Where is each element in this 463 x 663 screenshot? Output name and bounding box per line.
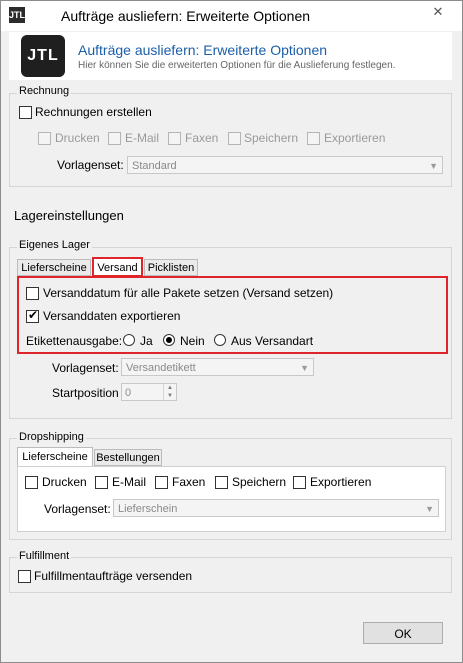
tab-picklisten[interactable]: Picklisten [144, 259, 198, 276]
tab-ds-lieferscheine[interactable]: Lieferscheine [17, 447, 93, 467]
startposition-label: Startposition [52, 386, 119, 400]
fulfillment-checkbox[interactable] [18, 570, 31, 583]
lager-vorlagenset-label: Vorlagenset: [52, 361, 119, 375]
lager-vorlagenset-select[interactable]: Versandetikett ▼ [121, 358, 314, 376]
versanddatum-label: Versanddatum für alle Pakete setzen (Ver… [43, 286, 334, 300]
rechnung-email-label: E-Mail [125, 131, 160, 145]
chevron-down-icon: ▼ [425, 504, 434, 514]
rechnungen-erstellen-checkbox[interactable] [19, 106, 32, 119]
radio-nein-label: Nein [180, 334, 205, 348]
rechnung-faxen-label: Faxen [185, 131, 219, 145]
rechnung-speichern-label: Speichern [244, 131, 299, 145]
rechnung-vorlagenset-select[interactable]: Standard ▼ [127, 156, 443, 174]
ds-drucken-checkbox[interactable] [25, 476, 38, 489]
rechnung-legend: Rechnung [17, 85, 72, 97]
window-title: Aufträge ausliefern: Erweiterte Optionen [61, 8, 311, 24]
eigenes-lager-legend: Eigenes Lager [17, 239, 92, 251]
startposition-value: 0 [125, 387, 132, 399]
ds-exportieren-label: Exportieren [310, 475, 372, 489]
etikettenausgabe-label: Etikettenausgabe: [26, 334, 123, 348]
rechnung-speichern-checkbox[interactable] [228, 132, 241, 145]
rechnung-exportieren-checkbox[interactable] [307, 132, 320, 145]
checkmark-icon: ✔ [28, 308, 39, 322]
ds-vorlagenset-label: Vorlagenset: [44, 502, 111, 516]
dialog-header: JTL Aufträge ausliefern: Erweiterte Opti… [9, 32, 452, 80]
tab-lieferscheine[interactable]: Lieferscheine [17, 259, 91, 276]
ds-email-checkbox[interactable] [95, 476, 108, 489]
rechnung-vorlagenset-value: Standard [132, 160, 177, 172]
radio-ja[interactable] [123, 334, 135, 346]
app-icon: JTL [9, 7, 25, 23]
header-title: Aufträge ausliefern: Erweiterte Optionen [78, 42, 328, 58]
ok-button[interactable]: OK [363, 622, 443, 644]
radio-selected-dot [166, 337, 172, 343]
ds-faxen-checkbox[interactable] [155, 476, 168, 489]
radio-ja-label: Ja [140, 334, 153, 348]
ds-drucken-label: Drucken [42, 475, 87, 489]
ds-vorlagenset-select[interactable]: Lieferschein ▼ [113, 499, 439, 517]
header-subtitle: Hier können Sie die erweiterten Optionen… [78, 60, 396, 71]
radio-nein[interactable] [163, 334, 175, 346]
ds-speichern-checkbox[interactable] [215, 476, 228, 489]
fulfillment-legend: Fulfillment [17, 550, 72, 562]
radio-aus-versandart[interactable] [214, 334, 226, 346]
chevron-down-icon: ▼ [300, 363, 309, 373]
ds-faxen-label: Faxen [172, 475, 206, 489]
spinner-arrows-icon[interactable]: ▲ ▼ [163, 384, 176, 400]
dialog-window: JTL Aufträge ausliefern: Erweiterte Opti… [0, 0, 463, 663]
rechnung-vorlagenset-label: Vorlagenset: [57, 158, 124, 172]
rechnung-drucken-label: Drucken [55, 131, 100, 145]
lager-vorlagenset-value: Versandetikett [126, 362, 196, 374]
dropshipping-legend: Dropshipping [17, 431, 86, 443]
startposition-spinner[interactable]: 0 ▲ ▼ [121, 383, 177, 401]
tab-versand[interactable]: Versand [92, 257, 143, 277]
rechnung-email-checkbox[interactable] [108, 132, 121, 145]
versanddatum-checkbox[interactable] [26, 287, 39, 300]
ds-exportieren-checkbox[interactable] [293, 476, 306, 489]
rechnungen-erstellen-label: Rechnungen erstellen [35, 105, 152, 119]
rechnung-exportieren-label: Exportieren [324, 131, 386, 145]
close-button[interactable]: ✕ [415, 1, 461, 23]
ds-vorlagenset-value: Lieferschein [118, 503, 178, 515]
ds-email-label: E-Mail [112, 475, 147, 489]
lagereinstellungen-heading: Lagereinstellungen [14, 208, 124, 223]
tab-ds-bestellungen[interactable]: Bestellungen [94, 449, 162, 466]
rechnung-drucken-checkbox[interactable] [38, 132, 51, 145]
versanddaten-exportieren-checkbox[interactable]: ✔ [26, 308, 39, 323]
rechnung-faxen-checkbox[interactable] [168, 132, 181, 145]
fulfillment-label: Fulfillmentaufträge versenden [34, 569, 193, 583]
radio-aus-versandart-label: Aus Versandart [231, 334, 314, 348]
jtl-logo: JTL [21, 35, 65, 77]
ds-speichern-label: Speichern [232, 475, 287, 489]
versanddaten-exportieren-label: Versanddaten exportieren [43, 309, 181, 323]
chevron-down-icon: ▼ [429, 161, 438, 171]
title-bar: JTL Aufträge ausliefern: Erweiterte Opti… [1, 1, 462, 31]
